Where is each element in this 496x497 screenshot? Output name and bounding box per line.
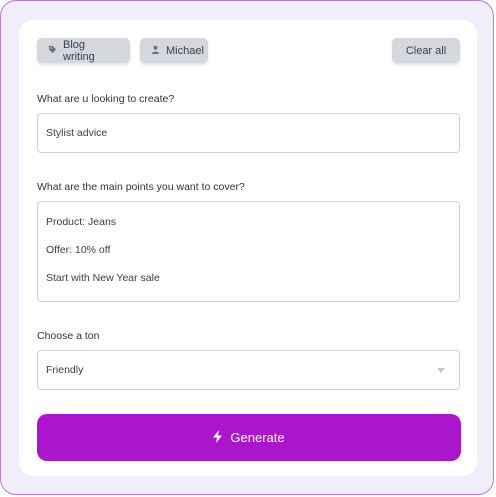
chevron-down-icon [437,367,445,373]
user-label: Michael [166,44,204,57]
form-card: Blog writing Michael Clear all What are … [19,20,477,476]
person-icon [151,45,160,57]
tag-icon [48,45,57,57]
lightning-icon [213,429,223,446]
tone-select[interactable]: Friendly [37,350,460,390]
points-label: What are the main points you want to cov… [37,181,245,193]
generate-button[interactable]: Generate [37,414,461,461]
points-line: Offer: 10% off [46,244,111,256]
app-frame: Blog writing Michael Clear all What are … [0,0,494,495]
create-label: What are u looking to create? [37,93,175,105]
clear-all-label: Clear all [405,44,447,57]
points-line: Product: Jeans [46,216,117,228]
blog-writing-chip[interactable]: Blog writing [37,38,130,63]
points-textarea[interactable]: Product: Jeans Offer: 10% off Start with… [37,201,460,302]
create-input-value: Stylist advice [46,127,108,139]
user-chip[interactable]: Michael [140,38,208,63]
points-line: Start with New Year sale [46,272,160,284]
tone-selected-value: Friendly [46,364,84,376]
generate-label: Generate [230,430,285,445]
tone-label: Choose a ton [37,330,100,342]
clear-all-button[interactable]: Clear all [392,38,460,63]
blog-writing-label: Blog writing [63,38,95,63]
create-input[interactable]: Stylist advice [37,113,460,153]
